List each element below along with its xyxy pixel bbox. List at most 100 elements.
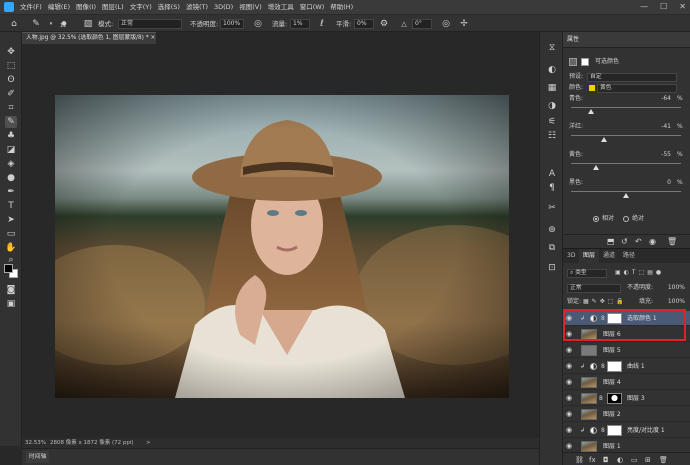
crop-tool-icon[interactable]: ⌗: [5, 102, 17, 114]
rectangle-tool-icon[interactable]: ▭: [5, 228, 17, 240]
clip-to-layer-icon[interactable]: ⬒: [607, 237, 615, 247]
properties-sliders-icon[interactable]: ⚟: [546, 116, 558, 128]
delete-icon[interactable]: 🗑: [667, 237, 677, 247]
previous-state-icon[interactable]: ↺: [621, 237, 628, 247]
brush-settings-icon[interactable]: ▧: [82, 18, 94, 30]
menu-layer[interactable]: 图层(L): [102, 0, 124, 14]
lasso-tool-icon[interactable]: ʘ: [5, 74, 17, 86]
flow-input[interactable]: 1%: [290, 19, 310, 29]
layer-name[interactable]: 图层 2: [603, 407, 621, 422]
dodge-tool-icon[interactable]: ●: [5, 172, 17, 184]
brush-tool-icon[interactable]: ✎: [5, 116, 17, 128]
marquee-tool-icon[interactable]: ⬚: [5, 60, 17, 72]
menu-type[interactable]: 文字(Y): [130, 0, 152, 14]
layer-name[interactable]: 图层 4: [603, 375, 621, 390]
tab-layers[interactable]: 图层: [579, 249, 600, 263]
menu-select[interactable]: 选择(S): [158, 0, 180, 14]
new-group-icon[interactable]: ▭: [631, 455, 638, 465]
minimize-button[interactable]: —: [640, 0, 648, 14]
layer-name[interactable]: 图层 5: [603, 343, 621, 358]
slider-thumb[interactable]: [623, 193, 629, 198]
navigator-icon[interactable]: ⊛: [546, 224, 558, 236]
tab-3d[interactable]: 3D: [563, 249, 579, 263]
timeline-tab[interactable]: 时间轴: [26, 451, 50, 463]
layer-name[interactable]: 亮度/对比度 1: [627, 423, 665, 438]
slider-track[interactable]: [571, 163, 681, 164]
opacity-input[interactable]: 100%: [220, 19, 244, 29]
status-menu-arrow-icon[interactable]: >: [146, 438, 151, 448]
document-image[interactable]: [55, 95, 509, 398]
slider-thumb[interactable]: [587, 109, 594, 114]
maximize-button[interactable]: ☐: [660, 0, 667, 14]
layer-row[interactable]: ◉ 图层 5: [563, 343, 690, 358]
layer-row[interactable]: ◉↲图层 4: [563, 375, 690, 390]
symmetry-butterfly-icon[interactable]: ✢: [458, 18, 470, 30]
eraser-tool-icon[interactable]: ◪: [5, 144, 17, 156]
fill-value[interactable]: 100%: [659, 297, 685, 307]
tab-paths[interactable]: 路径: [619, 249, 639, 263]
layer-filter-select[interactable]: ⌕ 类型: [567, 269, 607, 278]
layer-name[interactable]: 图层 3: [627, 391, 645, 406]
move-tool-icon[interactable]: ✥: [5, 46, 17, 58]
angle-input[interactable]: 0°: [412, 19, 432, 29]
character-icon[interactable]: A: [546, 168, 558, 180]
color-icon[interactable]: ◐: [546, 64, 558, 76]
new-layer-icon[interactable]: ⊞: [645, 455, 651, 465]
mask-link-icon[interactable]: 8: [601, 314, 605, 323]
visibility-icon[interactable]: ◉: [649, 237, 656, 247]
layer-row[interactable]: ◉ 图层 2: [563, 407, 690, 422]
slider-track[interactable]: [571, 135, 681, 136]
pressure-size-icon[interactable]: ◎: [440, 18, 452, 30]
new-adjustment-icon[interactable]: ◐: [617, 455, 623, 465]
layer-visibility-eye-icon[interactable]: ◉: [566, 442, 572, 451]
layer-visibility-eye-icon[interactable]: ◉: [566, 426, 572, 435]
preset-select[interactable]: 自定: [587, 73, 677, 82]
history-icon[interactable]: ⧖: [546, 42, 558, 54]
layer-visibility-eye-icon[interactable]: ◉: [566, 378, 572, 387]
zoom-level[interactable]: 32.53%: [25, 438, 46, 448]
layer-thumbnail[interactable]: [581, 329, 597, 340]
mask-icon[interactable]: [581, 58, 589, 66]
adjustments-icon[interactable]: ◑: [546, 100, 558, 112]
lock-icons[interactable]: ▦✎✥⬚🔒: [583, 297, 627, 307]
photoshop-logo-icon[interactable]: [4, 2, 14, 12]
smooth-input[interactable]: 0%: [354, 19, 374, 29]
layer-mask-thumbnail[interactable]: [607, 393, 622, 404]
mode-select[interactable]: 正常: [118, 19, 182, 29]
clone-stamp-tool-icon[interactable]: ♣: [5, 130, 17, 142]
layer-name[interactable]: 选取颜色 1: [627, 311, 657, 326]
brushes-icon[interactable]: ⧉: [546, 242, 558, 254]
type-tool-icon[interactable]: T: [5, 200, 17, 212]
layer-thumbnail[interactable]: [581, 345, 597, 356]
filter-icons[interactable]: ▣◐T⬚▤●: [615, 268, 664, 278]
pen-tool-icon[interactable]: ✒: [5, 186, 17, 198]
add-mask-icon[interactable]: ◘: [603, 455, 609, 465]
slider-value[interactable]: -64: [643, 94, 671, 104]
link-layers-icon[interactable]: ⛓: [575, 455, 584, 465]
menu-help[interactable]: 帮助(H): [330, 0, 353, 14]
menu-plugins[interactable]: 增效工具: [268, 0, 294, 14]
menu-image[interactable]: 图像(I): [76, 0, 96, 14]
home-icon[interactable]: ⌂: [8, 18, 20, 30]
path-selection-tool-icon[interactable]: ➤: [5, 214, 17, 226]
tab-channels[interactable]: 通道: [599, 249, 619, 263]
layer-row[interactable]: ◉ 8 图层 3: [563, 391, 690, 406]
layer-mask-thumbnail[interactable]: [607, 425, 622, 436]
layer-opacity-value[interactable]: 100%: [659, 283, 685, 293]
mask-link-icon[interactable]: 8: [601, 362, 605, 371]
info-icon[interactable]: ⊡: [546, 262, 558, 274]
mask-link-icon[interactable]: 8: [599, 394, 603, 403]
layer-style-icon[interactable]: fx: [589, 455, 596, 465]
menu-edit[interactable]: 编辑(E): [48, 0, 70, 14]
layer-row[interactable]: ◉ ↲ 8 曲线 1: [563, 359, 690, 374]
close-button[interactable]: ✕: [679, 0, 686, 14]
relative-radio[interactable]: [593, 216, 599, 222]
paint-bucket-tool-icon[interactable]: ◈: [5, 158, 17, 170]
menu-window[interactable]: 窗口(W): [300, 0, 325, 14]
menu-view[interactable]: 视图(V): [239, 0, 262, 14]
slider-thumb[interactable]: [601, 137, 607, 142]
layer-mask-thumbnail[interactable]: [607, 361, 622, 372]
layer-thumbnail[interactable]: [581, 377, 597, 388]
blend-mode-select[interactable]: 正常: [567, 284, 621, 293]
slider-value[interactable]: -55: [643, 150, 671, 160]
